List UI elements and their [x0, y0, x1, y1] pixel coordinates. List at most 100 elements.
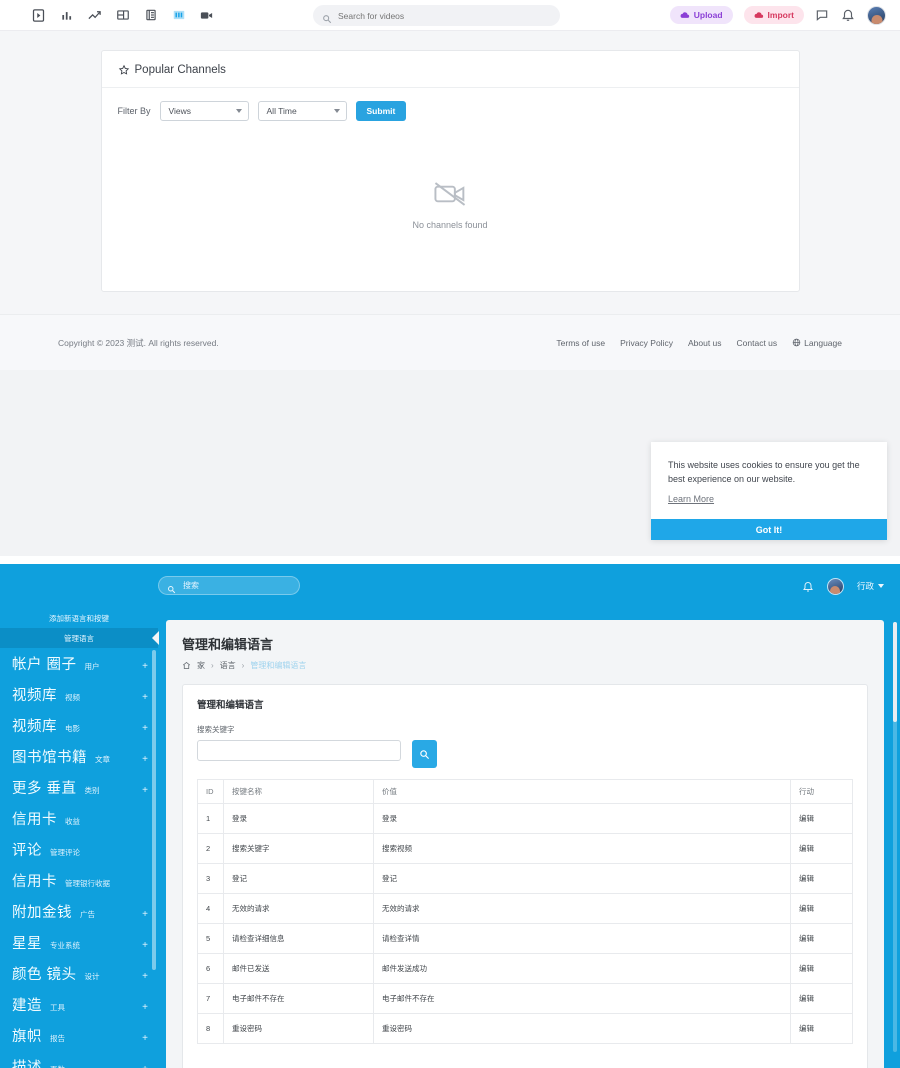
- sidebar-item-movie-library[interactable]: 视频库 电影 +: [0, 710, 158, 741]
- cell-key: 登记: [224, 864, 374, 894]
- cell-id: 4: [198, 894, 224, 924]
- edit-link[interactable]: 编辑: [791, 894, 853, 924]
- empty-state: No channels found: [102, 121, 799, 230]
- edit-link[interactable]: 编辑: [791, 954, 853, 984]
- breadcrumb-home[interactable]: 家: [197, 660, 205, 671]
- user-avatar[interactable]: [867, 6, 886, 25]
- footer-link-contact[interactable]: Contact us: [737, 338, 778, 348]
- footer-link-about[interactable]: About us: [688, 338, 722, 348]
- sidebar-item-categories[interactable]: 更多 垂直 类别 +: [0, 772, 158, 803]
- import-label: Import: [768, 10, 794, 20]
- admin-search-box[interactable]: [158, 576, 300, 595]
- keyword-search-input[interactable]: [197, 740, 401, 761]
- sidebar-item-add-language[interactable]: 添加新语言和按键: [0, 608, 158, 628]
- content-scrollbar-thumb[interactable]: [893, 622, 897, 722]
- video-box-icon[interactable]: [30, 7, 47, 24]
- sidebar-item-tag: 报告: [50, 1033, 65, 1044]
- sidebar-item-library-books[interactable]: 图书馆书籍 文章 +: [0, 741, 158, 772]
- admin-avatar[interactable]: [827, 578, 844, 595]
- page-content: Popular Channels Filter By Views All Tim…: [0, 31, 900, 292]
- sidebar-item-pro-system[interactable]: 星星 专业系统 +: [0, 927, 158, 958]
- expand-plus-icon[interactable]: +: [142, 693, 148, 703]
- expand-plus-icon[interactable]: +: [142, 1034, 148, 1044]
- sidebar-item-design[interactable]: 颜色 镜头 设计 +: [0, 958, 158, 989]
- cell-value: 登记: [374, 864, 791, 894]
- site-search-box[interactable]: [313, 5, 560, 26]
- edit-link[interactable]: 编辑: [791, 864, 853, 894]
- sidebar-item-tag: 工具: [50, 1002, 65, 1013]
- sidebar-item-title: 图书馆书籍: [12, 746, 87, 767]
- bar-chart-icon[interactable]: [58, 7, 75, 24]
- layout-icon[interactable]: [114, 7, 131, 24]
- cell-key: 请检查详细信息: [224, 924, 374, 954]
- expand-plus-icon[interactable]: +: [142, 755, 148, 765]
- notifications-bell-icon[interactable]: [841, 8, 856, 23]
- cell-value: 电子邮件不存在: [374, 984, 791, 1014]
- edit-link[interactable]: 编辑: [791, 924, 853, 954]
- cloud-import-icon: [754, 11, 764, 19]
- sidebar-item-tag: 视频: [65, 692, 80, 703]
- submit-button[interactable]: Submit: [356, 101, 407, 121]
- edit-link[interactable]: 编辑: [791, 1014, 853, 1044]
- sidebar-item-tools[interactable]: 建造 工具 +: [0, 989, 158, 1020]
- sidebar-item-tag: 类别: [85, 785, 100, 796]
- cookie-learn-more-link[interactable]: Learn More: [668, 494, 714, 504]
- table-row: 2 搜索关键字 搜索视频 编辑: [198, 834, 853, 864]
- sidebar-item-accounts[interactable]: 帐户 圈子 用户 +: [0, 648, 158, 679]
- expand-plus-icon[interactable]: +: [142, 662, 148, 672]
- breadcrumb-language[interactable]: 语言: [220, 660, 236, 671]
- filter-period-select[interactable]: All Time: [258, 101, 347, 121]
- page-title: Popular Channels: [135, 64, 226, 76]
- language-selector[interactable]: Language: [792, 338, 842, 348]
- expand-plus-icon[interactable]: +: [142, 910, 148, 920]
- import-button[interactable]: Import: [744, 6, 804, 24]
- expand-plus-icon[interactable]: +: [142, 941, 148, 951]
- sidebar-item-video-library[interactable]: 视频库 视频 +: [0, 679, 158, 710]
- edit-link[interactable]: 编辑: [791, 804, 853, 834]
- messages-icon[interactable]: [815, 8, 830, 23]
- footer-link-terms[interactable]: Terms of use: [556, 338, 605, 348]
- trending-line-icon[interactable]: [86, 7, 103, 24]
- video-camera-icon[interactable]: [198, 7, 215, 24]
- sidebar-item-title: 视频库: [12, 715, 57, 736]
- expand-plus-icon[interactable]: +: [142, 1003, 148, 1013]
- sidebar-item-tag: 页数: [50, 1064, 65, 1068]
- sidebar-subitem-label: 添加新语言和按键: [49, 613, 109, 624]
- table-row: 7 电子邮件不存在 电子邮件不存在 编辑: [198, 984, 853, 1014]
- sidebar-item-ads[interactable]: 附加金钱 广告 +: [0, 896, 158, 927]
- sidebar-item-manage-language[interactable]: 管理语言: [0, 628, 158, 648]
- list-table-icon[interactable]: [142, 7, 159, 24]
- admin-user-menu[interactable]: 行政: [857, 580, 884, 592]
- filter-metric-select[interactable]: Views: [160, 101, 249, 121]
- sidebar-item-bank-receipts[interactable]: 信用卡 管理银行收据: [0, 865, 158, 896]
- search-row: [197, 740, 853, 768]
- notifications-bell-icon[interactable]: [802, 580, 814, 593]
- expand-plus-icon[interactable]: +: [142, 786, 148, 796]
- admin-search-input[interactable]: [181, 580, 291, 591]
- sidebar-item-pages[interactable]: 描述 页数 +: [0, 1051, 158, 1068]
- expand-plus-icon[interactable]: +: [142, 724, 148, 734]
- site-footer: Copyright © 2023 测试. All rights reserved…: [0, 314, 900, 370]
- cell-id: 7: [198, 984, 224, 1014]
- column-header-action: 行动: [791, 780, 853, 804]
- expand-plus-icon[interactable]: +: [142, 972, 148, 982]
- cell-value: 无效的请求: [374, 894, 791, 924]
- channels-icon[interactable]: [170, 7, 187, 24]
- filter-metric-value: Views: [169, 106, 192, 116]
- cookie-accept-button[interactable]: Got It!: [651, 519, 887, 540]
- sidebar-scrollbar[interactable]: [152, 650, 156, 970]
- sidebar-item-tag: 电影: [65, 723, 80, 734]
- upload-button[interactable]: Upload: [670, 6, 733, 24]
- cell-id: 3: [198, 864, 224, 894]
- sidebar-item-earnings[interactable]: 信用卡 收益: [0, 803, 158, 834]
- edit-link[interactable]: 编辑: [791, 984, 853, 1014]
- sidebar-item-comments[interactable]: 评论 管理评论: [0, 834, 158, 865]
- footer-link-privacy[interactable]: Privacy Policy: [620, 338, 673, 348]
- search-input[interactable]: [338, 11, 551, 21]
- language-panel: 管理和编辑语言 搜索关键字 ID: [182, 684, 868, 1068]
- sidebar-item-reports[interactable]: 旗帜 报告 +: [0, 1020, 158, 1051]
- language-keys-table: ID 按键名称 价值 行动 1 登录 登录 编辑: [197, 779, 853, 1044]
- home-icon[interactable]: [182, 661, 191, 670]
- search-submit-button[interactable]: [412, 740, 437, 768]
- edit-link[interactable]: 编辑: [791, 834, 853, 864]
